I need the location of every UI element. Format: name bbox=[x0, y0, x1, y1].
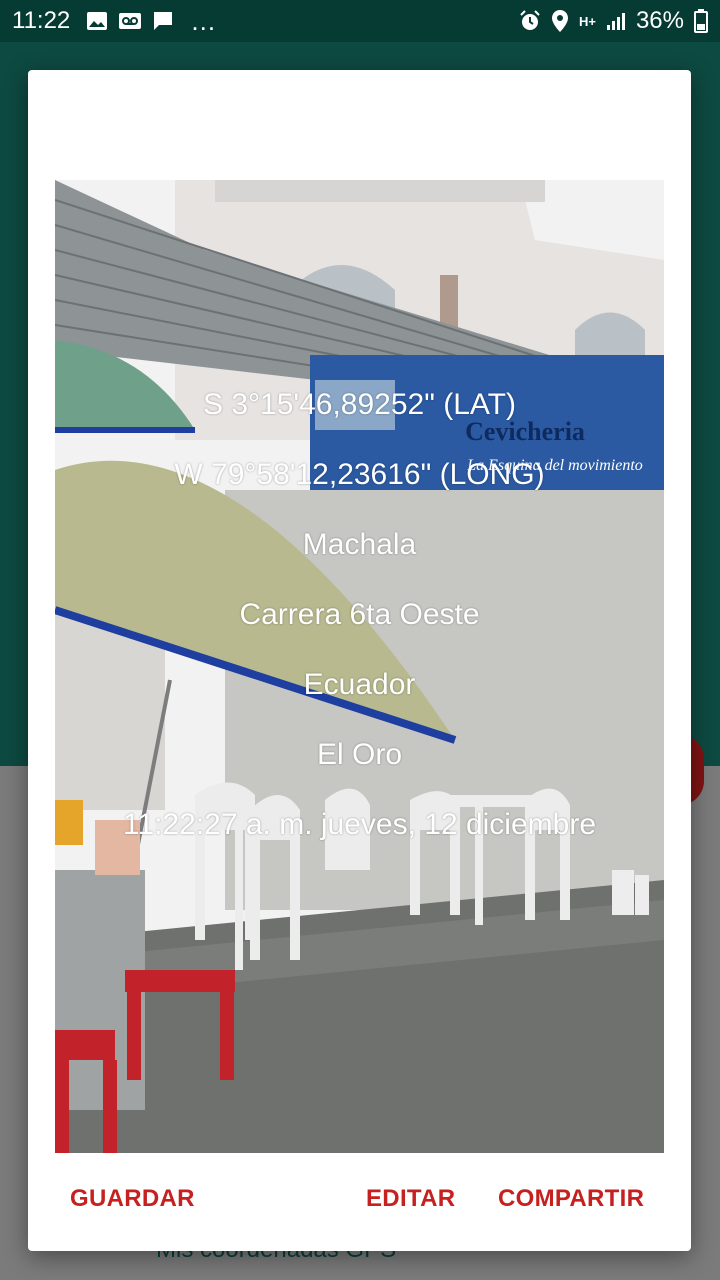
location-icon bbox=[551, 9, 569, 33]
status-right-group: H+ 36% bbox=[519, 7, 708, 35]
overflow-dots-icon: … bbox=[190, 5, 217, 36]
coordinates-overlay: S 3°15'46,89252" (LAT) W 79°58'12,23616"… bbox=[55, 180, 664, 1153]
street-text: Carrera 6ta Oeste bbox=[239, 598, 480, 631]
longitude-text: W 79°58'12,23616" (LONG) bbox=[174, 458, 545, 491]
status-bar: 11:22 … H+ 36% bbox=[0, 0, 720, 42]
latitude-text: S 3°15'46,89252" (LAT) bbox=[202, 388, 516, 421]
geotagged-photo: Cevicheria La Esquina del movimiento S 3… bbox=[55, 180, 664, 1153]
save-button[interactable]: GUARDAR bbox=[70, 1185, 195, 1213]
datetime-text: 11:22:27 a. m. jueves, 12 diciembre bbox=[122, 808, 597, 841]
network-type: H+ bbox=[578, 13, 596, 29]
signal-icon bbox=[606, 11, 626, 31]
country-text: Ecuador bbox=[303, 668, 416, 701]
city-text: Machala bbox=[302, 528, 417, 561]
alarm-icon bbox=[519, 10, 541, 32]
message-icon bbox=[152, 10, 174, 32]
battery-icon bbox=[694, 9, 708, 33]
voicemail-icon bbox=[118, 11, 142, 31]
province-text: El Oro bbox=[316, 738, 403, 771]
share-button[interactable]: COMPARTIR bbox=[498, 1185, 644, 1213]
edit-button[interactable]: EDITAR bbox=[366, 1185, 455, 1213]
status-time: 11:22 bbox=[12, 7, 71, 34]
battery-percent: 36% bbox=[635, 7, 684, 34]
image-icon bbox=[86, 11, 108, 31]
photo-dialog: Cevicheria La Esquina del movimiento S 3… bbox=[28, 70, 691, 1251]
